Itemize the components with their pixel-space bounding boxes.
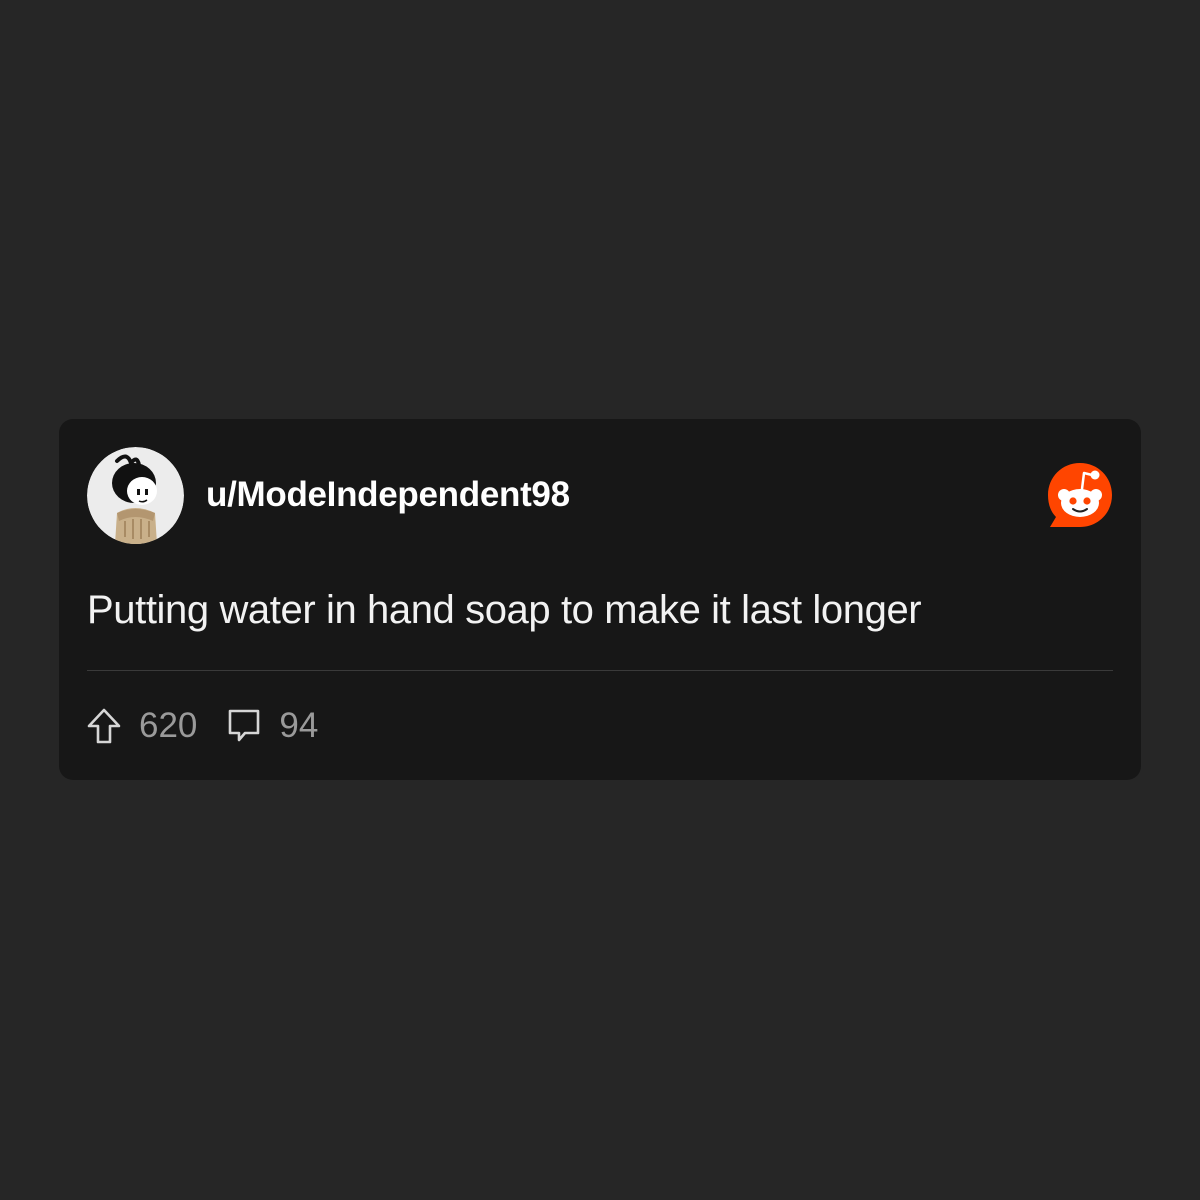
user-avatar[interactable] [87, 447, 184, 544]
post-actions: 620 94 [87, 706, 318, 746]
comment-bubble-icon [229, 709, 260, 742]
reddit-logo-icon [1044, 459, 1116, 531]
comment-count: 94 [279, 706, 319, 745]
upvote-arrow-icon [87, 708, 121, 744]
post-title[interactable]: Putting water in hand soap to make it la… [87, 586, 922, 634]
post-author[interactable]: u/ModeIndependent98 [206, 475, 570, 515]
upvote-count: 620 [139, 706, 198, 745]
divider [87, 670, 1113, 671]
avatar-image [87, 447, 184, 544]
post-card[interactable]: u/ModeIndependent98 Putting water in han… [59, 419, 1141, 780]
comment-button[interactable]: 94 [227, 706, 318, 746]
upvote-button[interactable]: 620 [87, 706, 197, 746]
